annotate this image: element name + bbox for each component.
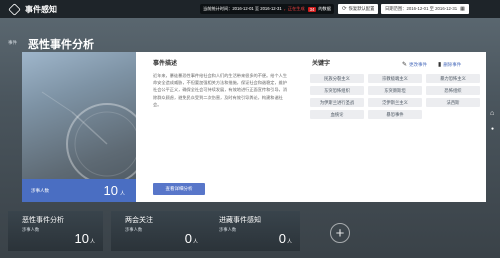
stats-tail-text: 的数据	[318, 6, 331, 11]
keyword-tag[interactable]: 为伊斯兰进行圣战	[310, 98, 364, 107]
photo-stat-bar: 涉事人数 10 人	[22, 179, 136, 202]
tile-title: 恶性事件分析	[22, 217, 64, 224]
keyword-tag[interactable]: 暴恐事件	[368, 110, 422, 119]
tile-unit: 人	[286, 239, 292, 245]
stats-status-text: ，正在生成	[283, 6, 305, 11]
delete-event-label: 删除事件	[443, 61, 462, 67]
tile-count: 0	[278, 231, 286, 246]
refresh-icon: ⟳	[342, 6, 347, 12]
keywords-title: 关键字	[312, 61, 331, 67]
delete-event-button[interactable]: ▮ 删除事件	[438, 61, 462, 69]
stats-time-notice: 当前统计时间： 2016-12-01 至 2016-12-31 ，正在生成 34…	[200, 4, 334, 14]
tile-subtitle: 涉事人数	[22, 227, 40, 232]
keyword-tag[interactable]: 民族分裂主义	[310, 74, 364, 83]
keyword-tag[interactable]: 泛伊斯兰主义	[368, 98, 422, 107]
description-text: 近年来，暴徒暴恐性事件给社会和人们的生活带来很多的不便。给个人生命安全造成威胁，…	[153, 73, 288, 107]
keyword-tag[interactable]: 恐怖组织	[426, 86, 480, 95]
pencil-icon: ✎	[402, 62, 408, 68]
tile-count: 10	[74, 231, 89, 246]
date-range-label: 日期范围：	[385, 6, 407, 11]
tile-title: 两会关注	[125, 217, 153, 224]
restore-default-label: 恢复默认配置	[348, 6, 375, 11]
side-marker-icon[interactable]: ●	[491, 126, 494, 132]
stats-time-range: 2016-12-01 至 2016-12-31	[232, 6, 282, 11]
tile-title: 进藏事件感知	[219, 217, 261, 224]
calendar-icon: ▦	[460, 6, 465, 12]
photo-involved-unit: 人	[119, 191, 125, 197]
date-range-value: 2016-12-01 至 2016-12-31	[406, 6, 458, 11]
count-badge: 34	[307, 6, 317, 12]
edit-event-label: 更改事件	[409, 61, 428, 67]
keyword-tag[interactable]: 东突厥斯坦	[368, 86, 422, 95]
logo-icon	[8, 2, 21, 16]
app-title: 事件感知	[25, 4, 57, 14]
keyword-tag[interactable]: 宗教极端主义	[368, 74, 422, 83]
tile-unit: 人	[192, 239, 198, 245]
event-detail-card: 涉事人数 10 人 事件描述 近年来，暴徒暴恐性事件给社会和人们的生活带来很多的…	[22, 52, 486, 202]
edit-event-button[interactable]: ✎ 更改事件	[402, 61, 428, 69]
tile-unit: 人	[89, 239, 95, 245]
event-tile-two-sessions[interactable]: 两会关注 涉事人数 0 人	[111, 211, 206, 251]
photo-involved-count: 10	[103, 183, 118, 198]
keyword-tags: 民族分裂主义 宗教极端主义 暴力恐怖主义 东突恐怖组织 东突厥斯坦 恐怖组织 为…	[310, 74, 480, 119]
app-logo[interactable]: 事件感知	[8, 2, 57, 16]
stats-time-label: 当前统计时间：	[203, 6, 233, 11]
date-range-picker[interactable]: 日期范围： 2016-12-01 至 2016-12-31 ▦	[381, 4, 469, 14]
keyword-tag[interactable]: 血统论	[310, 110, 364, 119]
tile-count: 0	[184, 231, 192, 246]
event-tile-malicious[interactable]: 恶性事件分析 涉事人数 10 人	[8, 211, 103, 251]
view-detail-button[interactable]: 查看详细分析	[153, 183, 205, 195]
keyword-tag[interactable]: 暴力恐怖主义	[426, 74, 480, 83]
page-title: 恶性事件分析	[28, 39, 94, 51]
trash-icon: ▮	[438, 62, 442, 68]
event-tile-tibet[interactable]: 进藏事件感知 涉事人数 0 人	[205, 211, 300, 251]
photo-involved-label: 涉事人数	[31, 188, 49, 193]
restore-default-button[interactable]: ⟳ 恢复默认配置	[338, 4, 379, 14]
description-title: 事件描述	[153, 61, 178, 67]
keyword-tag[interactable]: 东突恐怖组织	[310, 86, 364, 95]
tile-subtitle: 涉事人数	[219, 227, 237, 232]
add-event-button[interactable]: +	[330, 223, 350, 243]
keyword-tag[interactable]: 法西斯	[426, 98, 480, 107]
tile-subtitle: 涉事人数	[125, 227, 143, 232]
section-label: 事件	[8, 40, 17, 45]
event-photo: 涉事人数 10 人	[22, 52, 136, 202]
home-icon[interactable]: ⌂	[490, 110, 494, 117]
